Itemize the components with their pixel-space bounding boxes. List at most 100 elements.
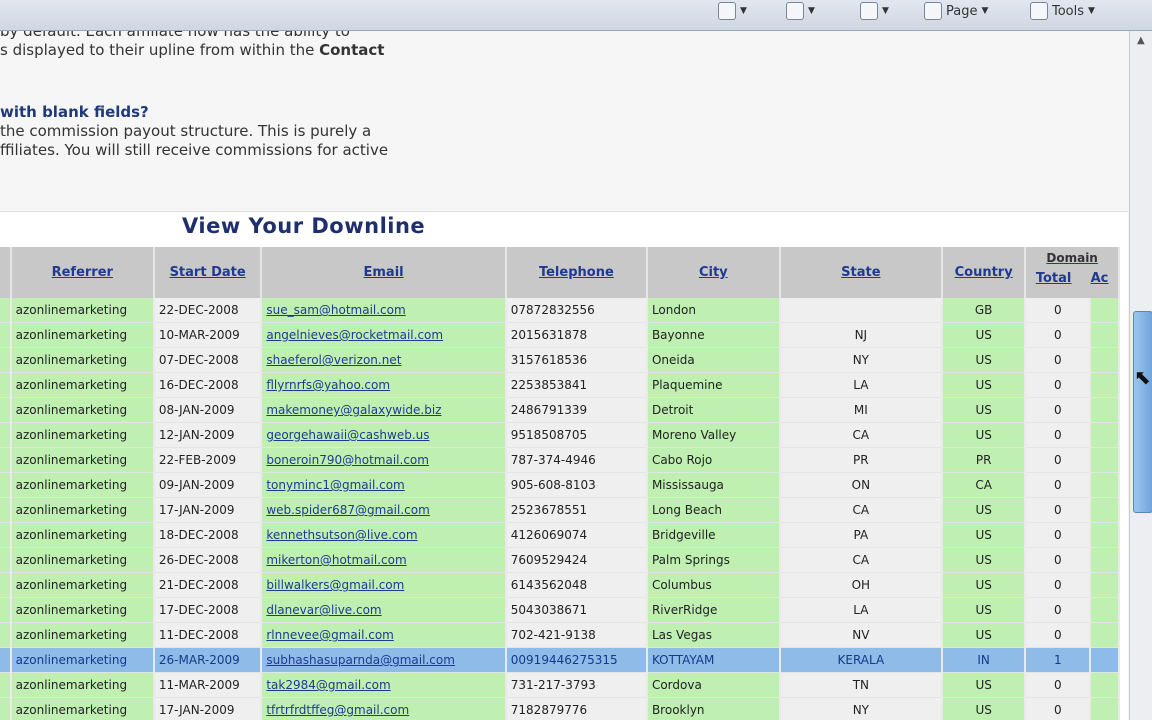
email-cell: sue_sam@hotmail.com xyxy=(261,298,507,323)
column-header-telephone[interactable]: Telephone xyxy=(505,247,648,298)
email-link[interactable]: angelnieves@rocketmail.com xyxy=(266,328,443,342)
referrer-cell: azonlinemarketing xyxy=(10,672,155,698)
table-row[interactable]: azonlinemarketing 22-FEB-2009 boneroin790@… xyxy=(0,447,1120,473)
row-select-cell xyxy=(0,472,12,498)
tools-menu-button[interactable]: Tools ▼ xyxy=(1030,0,1095,22)
email-cell: georgehawaii@cashweb.us xyxy=(261,422,507,448)
email-link[interactable]: makemoney@galaxywide.biz xyxy=(266,403,441,417)
domain-total-cell: 0 xyxy=(1025,397,1092,423)
domain-active-cell xyxy=(1090,447,1120,473)
table-row[interactable]: azonlinemarketing 26-DEC-2008 mikerton@hot… xyxy=(0,547,1120,573)
print-button[interactable]: ▼ xyxy=(860,0,889,22)
column-header-referrer[interactable]: Referrer xyxy=(10,247,155,298)
scroll-up-arrow-icon[interactable]: ▲ xyxy=(1137,35,1145,46)
home-button[interactable]: ▼ xyxy=(718,0,747,22)
table-row[interactable]: azonlinemarketing 11-DEC-2008 rlnnevee@gma… xyxy=(0,622,1120,648)
table-row[interactable]: azonlinemarketing 10-MAR-2009 angelnieves@… xyxy=(0,322,1120,348)
column-header-state[interactable]: State xyxy=(779,247,944,298)
city-cell: KOTTAYAM xyxy=(646,647,781,673)
table-row[interactable]: azonlinemarketing 18-DEC-2008 kennethsutso… xyxy=(0,522,1120,548)
feeds-button[interactable]: ▼ xyxy=(786,0,815,22)
telephone-cell: 6143562048 xyxy=(505,572,648,598)
row-select-cell xyxy=(0,422,12,448)
state-cell: NY xyxy=(779,697,944,720)
referrer-cell: azonlinemarketing xyxy=(10,372,155,398)
telephone-cell: 2486791339 xyxy=(505,397,648,423)
state-cell: CA xyxy=(779,547,944,573)
domain-total-cell: 0 xyxy=(1025,472,1092,498)
email-link[interactable]: fllyrnrfs@yahoo.com xyxy=(266,378,390,392)
email-link[interactable]: boneroin790@hotmail.com xyxy=(266,453,429,467)
email-cell: web.spider687@gmail.com xyxy=(261,497,507,523)
domain-total-cell: 0 xyxy=(1025,547,1092,573)
email-link[interactable]: web.spider687@gmail.com xyxy=(266,503,429,517)
state-cell: TN xyxy=(779,672,944,698)
table-row[interactable]: azonlinemarketing 17-JAN-2009 tfrtrfrdtffe… xyxy=(0,697,1120,720)
email-link[interactable]: tak2984@gmail.com xyxy=(266,678,390,692)
email-cell: boneroin790@hotmail.com xyxy=(261,447,507,473)
scrollbar-thumb[interactable] xyxy=(1133,311,1152,513)
referrer-cell: azonlinemarketing xyxy=(10,472,155,498)
table-row[interactable]: azonlinemarketing 17-JAN-2009 web.spider68… xyxy=(0,497,1120,523)
faq-answer-line: the commission payout structure. This is… xyxy=(0,122,372,140)
page-menu-label: Page xyxy=(946,3,978,19)
table-row[interactable]: azonlinemarketing 16-DEC-2008 fllyrnrfs@ya… xyxy=(0,372,1120,398)
table-row[interactable]: azonlinemarketing 07-DEC-2008 shaeferol@ve… xyxy=(0,347,1120,373)
domain-active-cell xyxy=(1090,472,1120,498)
column-header-domain-active[interactable]: Ac xyxy=(1091,271,1109,286)
email-link[interactable]: tfrtrfrdtffeg@gmail.com xyxy=(266,703,409,717)
faq-text-prefix: s displayed to their upline from within … xyxy=(0,41,320,59)
email-link[interactable]: subhashasuparnda@gmail.com xyxy=(266,653,455,667)
email-link[interactable]: billwalkers@gmail.com xyxy=(266,578,404,592)
table-row[interactable]: azonlinemarketing 12-JAN-2009 georgehawaii… xyxy=(0,422,1120,448)
page-title: View Your Downline xyxy=(182,214,426,238)
faq-text-line: by default. Each affiliate now has the a… xyxy=(0,31,350,40)
domain-active-cell xyxy=(1090,597,1120,623)
domain-total-cell: 0 xyxy=(1025,522,1092,548)
email-cell: billwalkers@gmail.com xyxy=(261,572,507,598)
country-cell: US xyxy=(942,422,1027,448)
telephone-cell: 3157618536 xyxy=(505,347,648,373)
city-cell: RiverRidge xyxy=(646,597,781,623)
table-row[interactable]: azonlinemarketing 17-DEC-2008 dlanevar@liv… xyxy=(0,597,1120,623)
table-row[interactable]: azonlinemarketing 11-MAR-2009 tak2984@gmai… xyxy=(0,672,1120,698)
domain-total-cell: 0 xyxy=(1025,497,1092,523)
domain-active-cell xyxy=(1090,647,1120,673)
email-link[interactable]: kennethsutson@live.com xyxy=(266,528,417,542)
email-link[interactable]: tonyminc1@gmail.com xyxy=(266,478,404,492)
start-date-cell: 08-JAN-2009 xyxy=(153,397,263,423)
column-header-domain-total[interactable]: Total xyxy=(1036,271,1072,286)
domain-total-cell: 0 xyxy=(1025,298,1092,323)
email-link[interactable]: georgehawaii@cashweb.us xyxy=(266,428,429,442)
email-cell: makemoney@galaxywide.biz xyxy=(261,397,507,423)
telephone-cell: 2253853841 xyxy=(505,372,648,398)
table-row[interactable]: azonlinemarketing 08-JAN-2009 makemoney@ga… xyxy=(0,397,1120,423)
column-header-city[interactable]: City xyxy=(646,247,781,298)
email-link[interactable]: sue_sam@hotmail.com xyxy=(266,303,405,317)
email-link[interactable]: dlanevar@live.com xyxy=(266,603,381,617)
domain-total-cell: 0 xyxy=(1025,697,1092,720)
email-link[interactable]: mikerton@hotmail.com xyxy=(266,553,406,567)
table-row[interactable]: azonlinemarketing 26-MAR-2009 subhashasupa… xyxy=(0,647,1120,673)
domain-active-cell xyxy=(1090,322,1120,348)
column-header-email[interactable]: Email xyxy=(261,247,507,298)
email-link[interactable]: rlnnevee@gmail.com xyxy=(266,628,394,642)
page-icon xyxy=(924,2,942,20)
country-cell: US xyxy=(942,397,1027,423)
state-cell: LA xyxy=(779,372,944,398)
email-cell: dlanevar@live.com xyxy=(261,597,507,623)
table-row[interactable]: azonlinemarketing 09-JAN-2009 tonyminc1@gm… xyxy=(0,472,1120,498)
row-select-cell xyxy=(0,447,12,473)
table-row[interactable]: azonlinemarketing 21-DEC-2008 billwalkers@… xyxy=(0,572,1120,598)
email-link[interactable]: shaeferol@verizon.net xyxy=(266,353,401,367)
email-cell: tak2984@gmail.com xyxy=(261,672,507,698)
column-header-start-date[interactable]: Start Date xyxy=(153,247,263,298)
table-row[interactable]: azonlinemarketing 22-DEC-2008 sue_sam@hotm… xyxy=(0,298,1120,323)
column-header-country[interactable]: Country xyxy=(942,247,1027,298)
country-cell: CA xyxy=(942,472,1027,498)
state-cell: OH xyxy=(779,572,944,598)
domain-total-cell: 0 xyxy=(1025,672,1092,698)
page-menu-button[interactable]: Page ▼ xyxy=(924,0,988,22)
email-cell: tonyminc1@gmail.com xyxy=(261,472,507,498)
domain-active-cell xyxy=(1090,347,1120,373)
